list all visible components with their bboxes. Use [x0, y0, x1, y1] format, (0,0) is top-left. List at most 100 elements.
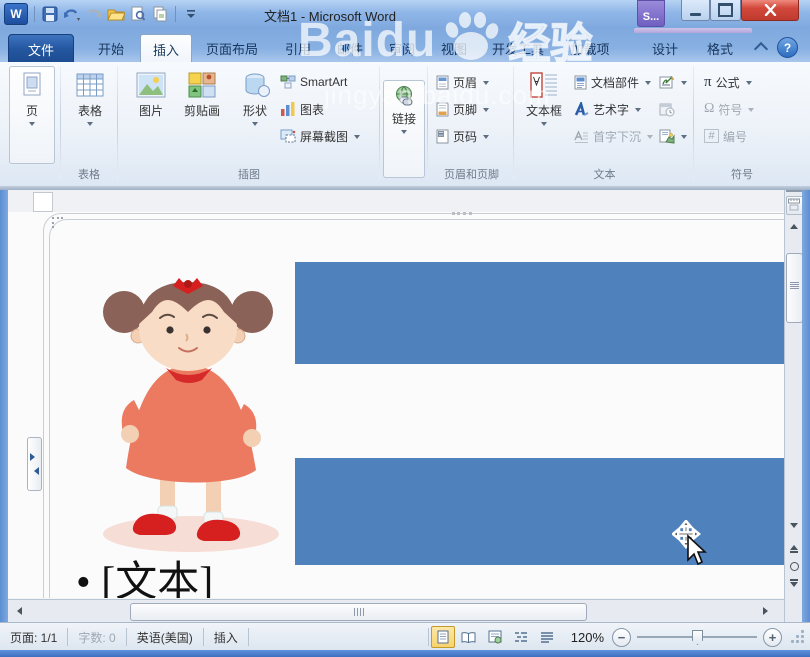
smartart-button[interactable]: SmartArt — [280, 70, 360, 94]
chart-button[interactable]: 图表 — [280, 97, 360, 121]
view-web-layout-button[interactable] — [483, 626, 507, 648]
maximize-icon — [718, 3, 733, 17]
tab-review[interactable]: 审阅 — [378, 34, 426, 62]
zoom-slider[interactable] — [637, 636, 757, 638]
arrow-right-icon — [30, 453, 39, 461]
view-print-layout-button[interactable] — [431, 626, 455, 648]
object-button[interactable] — [659, 124, 687, 148]
status-language[interactable]: 英语(美国) — [127, 623, 203, 651]
screenshot-icon — [280, 128, 296, 144]
object-icon — [659, 129, 675, 144]
table-button[interactable]: 表格 — [66, 66, 114, 130]
links-button[interactable]: 链接 — [383, 80, 425, 178]
tab-mailings[interactable]: 邮件 — [326, 34, 374, 62]
bullet-glyph: • — [76, 560, 91, 598]
signature-line-button[interactable] — [659, 70, 687, 94]
header-icon — [436, 75, 449, 90]
tab-format-contextual[interactable]: 格式 — [694, 34, 746, 62]
status-word-count[interactable]: 字数: 0 — [68, 623, 125, 651]
window-resize-grip[interactable] — [792, 631, 804, 643]
footer-button[interactable]: 页脚 — [436, 97, 489, 121]
wordart-button[interactable]: 艺术字 — [574, 97, 653, 121]
tab-developer[interactable]: 开发工具 — [482, 34, 554, 62]
clipart-button[interactable]: 剪贴画 — [174, 66, 230, 120]
screen-recorder-button[interactable]: S... — [637, 0, 665, 27]
links-label: 链接 — [392, 110, 416, 127]
help-button[interactable]: ? — [777, 37, 798, 58]
next-page-button[interactable] — [786, 578, 802, 592]
drop-cap-icon — [574, 129, 589, 144]
word-window: W 文档1 - Microsof — [0, 0, 810, 657]
horizontal-scroll-thumb[interactable] — [130, 603, 587, 621]
group-divider — [117, 66, 118, 180]
doll-image[interactable] — [86, 272, 291, 562]
scroll-left-button[interactable] — [10, 604, 24, 618]
tab-references[interactable]: 引用 — [274, 34, 322, 62]
group-links: 链接 — [382, 62, 426, 186]
tab-insert[interactable]: 插入 — [140, 34, 192, 63]
chevron-down-icon — [746, 81, 752, 88]
chevron-down-icon — [645, 81, 651, 88]
vertical-scroll-thumb[interactable] — [786, 253, 803, 323]
minimize-button[interactable] — [681, 0, 710, 21]
tab-file[interactable]: 文件 — [8, 34, 74, 64]
textbox-button[interactable]: 文本框 — [518, 66, 570, 130]
bullet-placeholder-text[interactable]: • [文本] — [76, 548, 213, 598]
status-page-count[interactable]: 页面: 1/1 — [0, 623, 67, 651]
scroll-up-button[interactable] — [786, 217, 802, 231]
margin-adjust-widget[interactable] — [27, 437, 42, 491]
group-divider — [513, 66, 514, 180]
chevron-down-icon — [647, 135, 653, 142]
quick-parts-button[interactable]: 文档部件 — [574, 70, 653, 94]
zoom-in-button[interactable]: + — [763, 628, 782, 647]
equation-button[interactable]: π 公式 — [704, 70, 754, 94]
zoom-level[interactable]: 120% — [571, 630, 604, 645]
document-window: • [文本] — [0, 190, 810, 622]
page-number-button[interactable]: 页码 — [436, 124, 489, 148]
close-button[interactable] — [741, 0, 799, 21]
zoom-slider-thumb[interactable] — [692, 630, 703, 645]
screenshot-button[interactable]: 屏幕截图 — [280, 124, 360, 148]
title-placeholder-bar[interactable] — [295, 262, 784, 364]
link-globe-icon — [392, 85, 416, 107]
tab-view[interactable]: 视图 — [430, 34, 478, 62]
drop-cap-button[interactable]: 首字下沉 — [574, 124, 653, 148]
status-insert-mode[interactable]: 插入 — [204, 623, 248, 651]
header-button[interactable]: 页眉 — [436, 70, 489, 94]
zoom-out-button[interactable]: − — [612, 628, 631, 647]
textbox-label: 文本框 — [526, 102, 562, 119]
picture-button[interactable]: 图片 — [128, 66, 174, 120]
wordart-label: 艺术字 — [593, 101, 629, 118]
status-right-controls: 120% − + — [428, 623, 804, 651]
footer-label: 页脚 — [453, 101, 477, 118]
view-draft-button[interactable] — [535, 626, 559, 648]
previous-page-button[interactable] — [786, 540, 802, 554]
quick-parts-icon — [574, 75, 587, 90]
pages-button[interactable]: 页 — [9, 66, 55, 164]
view-outline-button[interactable] — [509, 626, 533, 648]
tab-addins[interactable]: 加载项 — [558, 34, 622, 62]
chevron-down-icon — [483, 81, 489, 88]
divider — [248, 628, 249, 646]
chevron-down-icon — [354, 135, 360, 142]
vertical-scrollbar[interactable] — [784, 190, 803, 622]
date-time-icon — [659, 102, 675, 117]
symbol-button[interactable]: Ω 符号 — [704, 97, 754, 121]
maximize-button[interactable] — [710, 0, 741, 21]
chevron-down-icon — [748, 108, 754, 115]
collapse-ribbon-button[interactable] — [752, 40, 770, 54]
scroll-down-button[interactable] — [786, 520, 802, 534]
view-fullscreen-reading-button[interactable] — [457, 626, 481, 648]
tab-design-contextual[interactable]: 设计 — [638, 34, 692, 62]
shapes-button[interactable]: 形状 — [232, 66, 278, 130]
horizontal-scrollbar[interactable] — [8, 599, 784, 623]
shapes-label: 形状 — [243, 102, 267, 119]
select-browse-object-button[interactable] — [786, 559, 802, 573]
ribbon: 页 表格 表格 图片 剪贴画 — [0, 62, 810, 186]
scroll-right-button[interactable] — [760, 604, 774, 618]
subtitle-placeholder-bar[interactable] — [295, 458, 784, 565]
number-button[interactable]: # 编号 — [704, 124, 754, 148]
date-time-button[interactable] — [659, 97, 687, 121]
tab-home[interactable]: 开始 — [86, 34, 136, 62]
tab-page-layout[interactable]: 页面布局 — [194, 34, 270, 62]
